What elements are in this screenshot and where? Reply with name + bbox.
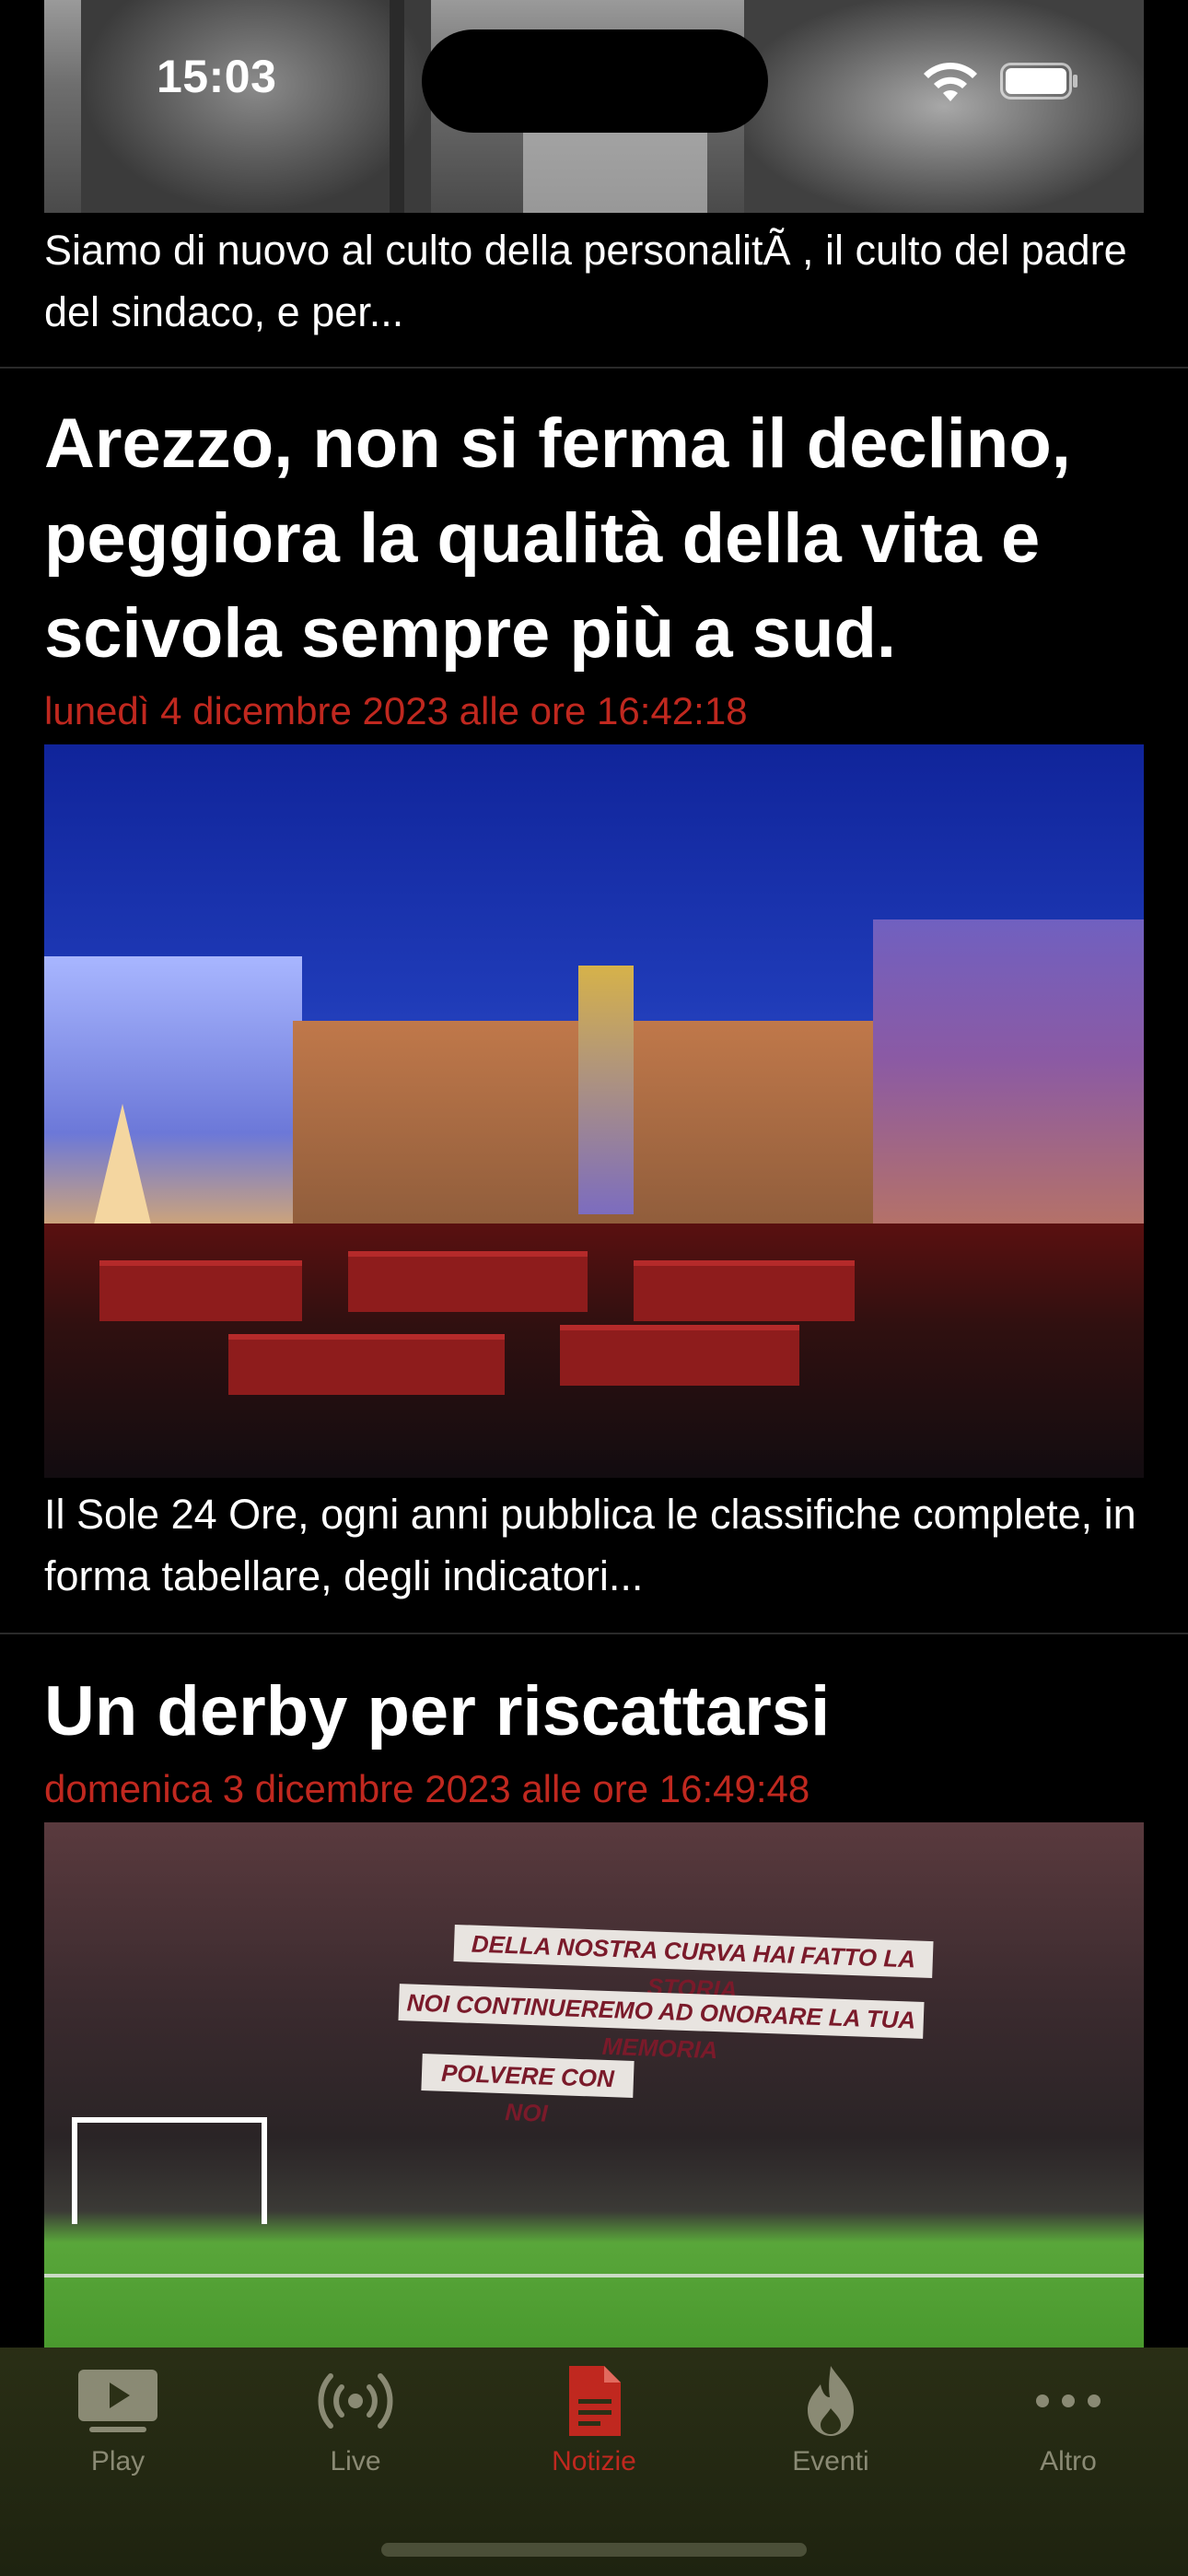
tab-label: Live bbox=[330, 2446, 381, 2476]
top-article-snippet[interactable]: Siamo di nuovo al culto della personalit… bbox=[44, 219, 1149, 343]
tab-altro[interactable]: Altro bbox=[976, 2364, 1160, 2493]
dynamic-island bbox=[422, 29, 768, 133]
wifi-icon bbox=[924, 62, 977, 101]
article-date: domenica 3 dicembre 2023 alle ore 16:49:… bbox=[44, 1767, 810, 1810]
tab-label: Eventi bbox=[792, 2446, 869, 2476]
battery-icon bbox=[1000, 63, 1077, 100]
divider bbox=[0, 1633, 1188, 1634]
document-icon bbox=[569, 2366, 621, 2436]
play-icon bbox=[78, 2370, 157, 2432]
stadium-banner: DELLA NOSTRA CURVA HAI FATTO LA STORIA bbox=[453, 1924, 934, 2004]
flame-icon bbox=[808, 2366, 854, 2436]
article-date: lunedì 4 dicembre 2023 alle ore 16:42:18 bbox=[44, 689, 748, 732]
article-title[interactable]: Un derby per riscattarsi bbox=[44, 1664, 1149, 1759]
broadcast-icon bbox=[318, 2373, 393, 2429]
home-indicator[interactable] bbox=[381, 2543, 807, 2557]
stadium-banner: POLVERE CON NOI bbox=[421, 2053, 635, 2127]
stadium-banner: NOI CONTINUEREMO AD ONORARE LA TUA MEMOR… bbox=[398, 1984, 925, 2064]
article-image[interactable] bbox=[44, 744, 1144, 1478]
article-image[interactable]: DELLA NOSTRA CURVA HAI FATTO LA STORIA N… bbox=[44, 1822, 1144, 2348]
tab-play[interactable]: Play bbox=[26, 2364, 210, 2493]
divider bbox=[0, 367, 1188, 369]
tab-label: Altro bbox=[1040, 2446, 1097, 2476]
status-time: 15:03 bbox=[157, 51, 277, 102]
tab-eventi[interactable]: Eventi bbox=[739, 2364, 923, 2493]
more-icon bbox=[1036, 2395, 1101, 2407]
tab-notizie[interactable]: Notizie bbox=[502, 2364, 686, 2493]
tab-live[interactable]: Live bbox=[263, 2364, 448, 2493]
tab-label: Play bbox=[90, 2446, 146, 2476]
tab-label: Notizie bbox=[552, 2446, 636, 2476]
article-title[interactable]: Arezzo, non si ferma il declino, peggior… bbox=[44, 396, 1149, 681]
article-snippet[interactable]: Il Sole 24 Ore, ogni anni pubblica le cl… bbox=[44, 1483, 1149, 1607]
